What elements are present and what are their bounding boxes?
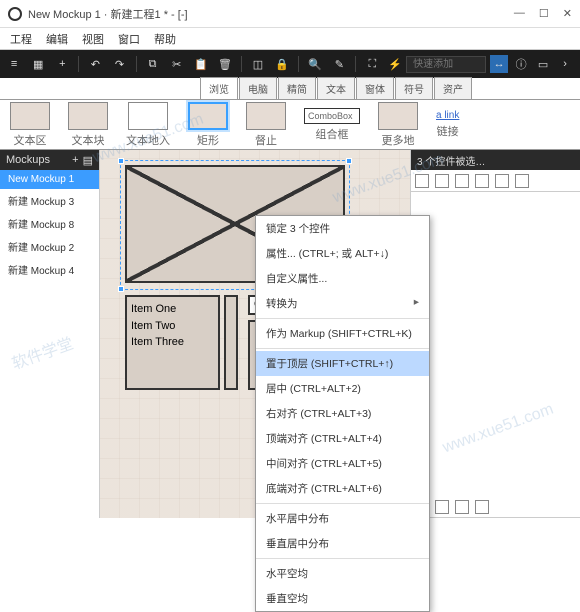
sidebar-item[interactable]: 新建 Mockup 4	[0, 258, 99, 281]
sidebar-add-icon[interactable]: +	[72, 154, 78, 167]
hamburger-icon[interactable]: ≡	[6, 55, 22, 73]
toggle-view-icon[interactable]: ↔	[490, 55, 508, 73]
context-menu-item[interactable]: 垂直居中分布	[256, 531, 429, 556]
lightning-icon: ⚡	[388, 58, 402, 71]
grid-icon[interactable]: ▦	[30, 55, 46, 73]
menu-window[interactable]: 窗口	[118, 31, 140, 47]
cut-icon[interactable]: ✂	[169, 55, 185, 73]
markup-icon[interactable]: ✎	[331, 55, 347, 73]
delete-icon[interactable]: 🗑	[217, 55, 233, 73]
context-menu: 锁定 3 个控件属性... (CTRL+; 或 ALT+↓)自定义属性...转换…	[255, 215, 430, 612]
lib-textblock[interactable]: 文本块	[68, 102, 108, 148]
sidebar-item[interactable]: New Mockup 1	[0, 170, 99, 189]
quick-add-input[interactable]	[406, 56, 486, 73]
align-left-icon[interactable]	[415, 174, 429, 188]
tab-compact[interactable]: 精简	[278, 77, 316, 99]
context-menu-item[interactable]: 垂直空均	[256, 586, 429, 611]
app-icon	[8, 7, 22, 21]
sidebar-item[interactable]: 新建 Mockup 3	[0, 189, 99, 212]
info-icon[interactable]: ⓘ	[512, 55, 530, 73]
tab-computer[interactable]: 电脑	[239, 77, 277, 99]
sidebar-list-icon[interactable]: ▤	[83, 154, 93, 167]
close-button[interactable]: ✕	[563, 7, 572, 20]
context-menu-item[interactable]: 属性... (CTRL+; 或 ALT+↓)	[256, 241, 429, 266]
align-middle-icon[interactable]	[475, 500, 489, 514]
sidebar-title: Mockups	[6, 154, 50, 166]
plus-icon[interactable]: +	[54, 55, 70, 73]
context-menu-item[interactable]: 中间对齐 (CTRL+ALT+5)	[256, 451, 429, 476]
menu-edit[interactable]: 编辑	[46, 31, 68, 47]
zoom-icon[interactable]: 🔍	[307, 55, 323, 73]
lock-icon[interactable]: 🔒	[274, 55, 290, 73]
group-icon[interactable]: ◫	[250, 55, 266, 73]
fullscreen-icon[interactable]: ⛶	[364, 55, 380, 73]
bold-icon[interactable]	[475, 174, 489, 188]
lib-combobox[interactable]: ComboBox组合框	[304, 108, 360, 142]
tab-text[interactable]: 文本	[317, 77, 355, 99]
menu-help[interactable]: 帮助	[154, 31, 176, 47]
tab-browse[interactable]: 浏览	[200, 77, 238, 99]
context-menu-item[interactable]: 右对齐 (CTRL+ALT+3)	[256, 401, 429, 426]
lib-more[interactable]: 更多地	[378, 102, 418, 148]
context-menu-item[interactable]: 水平空均	[256, 561, 429, 586]
resize-handle[interactable]	[346, 158, 352, 164]
context-menu-item[interactable]: 转换为	[256, 291, 429, 316]
sidebar-item[interactable]: 新建 Mockup 2	[0, 235, 99, 258]
maximize-button[interactable]: ☐	[539, 7, 549, 20]
titlebar: New Mockup 1 · 新建工程1 * - [-] — ☐ ✕	[0, 0, 580, 28]
properties-header: 3 个控件被选…	[411, 150, 580, 170]
menubar: 工程 编辑 视图 窗口 帮助	[0, 28, 580, 50]
lib-stop[interactable]: 督止	[246, 102, 286, 148]
panel-icon[interactable]: ▭	[534, 55, 552, 73]
align-right-icon[interactable]	[455, 174, 469, 188]
tab-symbols[interactable]: 符号	[395, 77, 433, 99]
copy-icon[interactable]: ⧉	[144, 55, 160, 73]
context-menu-item[interactable]: 底端对齐 (CTRL+ALT+6)	[256, 476, 429, 501]
tab-assets[interactable]: 资产	[434, 77, 472, 99]
context-menu-item[interactable]: 自定义属性...	[256, 266, 429, 291]
lib-link[interactable]: a link链接	[436, 110, 459, 139]
chevron-right-icon[interactable]: ›	[556, 55, 574, 73]
minimize-button[interactable]: —	[514, 7, 525, 20]
menu-project[interactable]: 工程	[10, 31, 32, 47]
context-menu-item[interactable]: 作为 Markup (SHIFT+CTRL+K)	[256, 321, 429, 346]
resize-handle[interactable]	[118, 158, 124, 164]
lib-textarea[interactable]: 文本区	[10, 102, 50, 148]
resize-handle[interactable]	[118, 286, 124, 292]
library-tabs: 浏览 电脑 精简 文本 窗体 符号 资产	[0, 78, 580, 100]
sidebar-item[interactable]: 新建 Mockup 8	[0, 212, 99, 235]
italic-icon[interactable]	[495, 174, 509, 188]
redo-icon[interactable]: ↷	[111, 55, 127, 73]
component-library: 文本区 文本块 文本地入 矩形 督止 ComboBox组合框 更多地 a lin…	[0, 100, 580, 150]
align-top-icon[interactable]	[455, 500, 469, 514]
undo-icon[interactable]: ↶	[87, 55, 103, 73]
align-center-icon[interactable]	[435, 174, 449, 188]
window-title: New Mockup 1 · 新建工程1 * - [-]	[28, 6, 514, 22]
paste-icon[interactable]: 📋	[193, 55, 209, 73]
wireframe-list[interactable]: Item One Item Two Item Three	[125, 295, 220, 390]
main-toolbar: ≡ ▦ + ↶ ↷ ⧉ ✂ 📋 🗑 ◫ 🔒 🔍 ✎ ⛶ ⚡ ↔ ⓘ ▭ ›	[0, 50, 580, 78]
context-menu-item[interactable]: 锁定 3 个控件	[256, 216, 429, 241]
properties-panel: 3 个控件被选…	[410, 150, 580, 518]
mockups-sidebar: Mockups + ▤ New Mockup 1 新建 Mockup 3 新建 M…	[0, 150, 100, 518]
menu-view[interactable]: 视图	[82, 31, 104, 47]
tab-forms[interactable]: 窗体	[356, 77, 394, 99]
context-menu-item[interactable]: 水平居中分布	[256, 506, 429, 531]
wireframe-scrollbar[interactable]	[224, 295, 238, 390]
context-menu-item[interactable]: 顶端对齐 (CTRL+ALT+4)	[256, 426, 429, 451]
context-menu-item[interactable]: 置于顶层 (SHIFT+CTRL+↑)	[256, 351, 429, 376]
lib-textinput[interactable]: 文本地入	[126, 102, 170, 148]
underline-icon[interactable]	[515, 174, 529, 188]
lib-rectangle[interactable]: 矩形	[188, 102, 228, 148]
distribute-v-icon[interactable]	[435, 500, 449, 514]
context-menu-item[interactable]: 居中 (CTRL+ALT+2)	[256, 376, 429, 401]
